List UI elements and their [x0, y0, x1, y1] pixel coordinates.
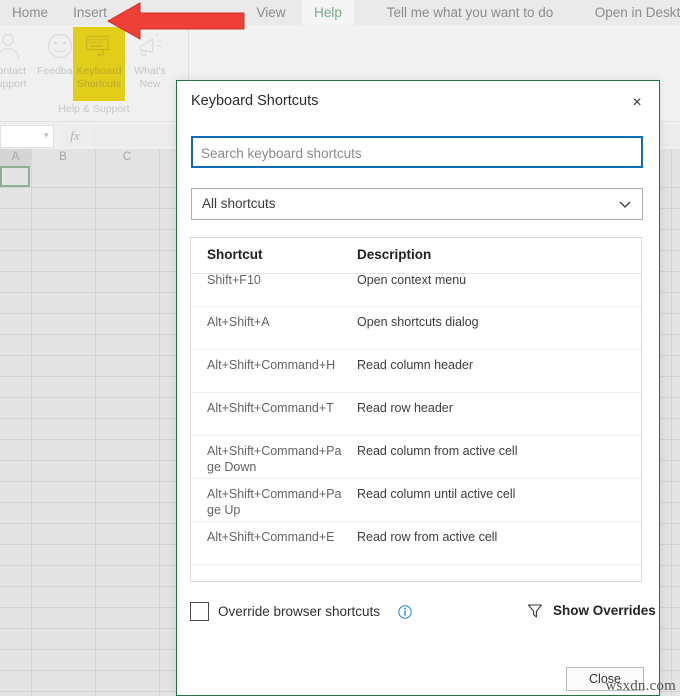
table-row[interactable]: Alt+Shift+Command+E Read row from active …	[191, 522, 641, 565]
column-header-description: Description	[357, 247, 432, 262]
table-row[interactable]: Alt+Shift+Command+Page Down Read column f…	[191, 436, 641, 479]
ribbon-tab-tell-me-what-you-want-to-do[interactable]: Tell me what you want to do	[360, 0, 580, 25]
grid-column-line	[31, 166, 32, 696]
shortcut-description: Read column from active cell	[357, 444, 518, 458]
show-overrides-label: Show Overrides	[553, 603, 656, 618]
person-icon	[0, 27, 34, 65]
column-header-a[interactable]: A	[0, 149, 32, 166]
override-browser-shortcuts-checkbox[interactable]	[190, 602, 209, 621]
table-row[interactable]: Shift+F10 Open context menu	[191, 273, 641, 307]
shortcut-description: Read row from active cell	[357, 530, 498, 544]
shortcut-description: Read row header	[357, 401, 453, 415]
shortcuts-table[interactable]: Shortcut Description Shift+F10 Open conte…	[190, 237, 642, 582]
grid-column-line	[159, 166, 160, 696]
keyboard-shortcuts-dialog: Keyboard Shortcuts × All shortcuts Short…	[176, 80, 660, 696]
shortcut-description: Open context menu	[357, 273, 467, 287]
ribbon-tab-help[interactable]: Help	[302, 0, 354, 25]
table-row[interactable]: Alt+Shift+A Open shortcuts dialog	[191, 307, 641, 350]
override-browser-shortcuts-label: Override browser shortcuts	[218, 604, 381, 619]
table-row[interactable]: Alt+Shift+Command+H Read column header	[191, 350, 641, 393]
shortcut-keys: Alt+Shift+Command+H	[207, 358, 336, 372]
ribbon-tab-home[interactable]: Home	[0, 0, 60, 25]
ribbon-tab-insert[interactable]: Insert	[60, 0, 120, 25]
search-field-wrapper[interactable]	[191, 136, 643, 168]
shortcut-keys: Shift+F10	[207, 273, 261, 287]
grid-column-line	[95, 166, 96, 696]
ribbon-button-label: Keyboard Shortcuts	[76, 65, 122, 90]
ribbon-button-keyboard-shortcuts[interactable]: Keyboard Shortcuts	[73, 27, 125, 101]
table-header-row: Shortcut Description	[191, 238, 641, 274]
ribbon-group-label: Help & Support	[58, 103, 130, 115]
dialog-title: Keyboard Shortcuts	[191, 93, 319, 109]
funnel-icon	[527, 604, 543, 618]
screenshot-root: Home Insert View Help Tell me what you want …	[0, 0, 680, 696]
watermark: wsxdn.com	[605, 678, 676, 694]
shortcut-filter-dropdown[interactable]: All shortcuts	[191, 188, 643, 220]
ribbon-tab-strip: Home Insert View Help Tell me what you want …	[0, 0, 680, 25]
shortcut-description: Read column header	[357, 358, 474, 372]
insert-function-icon[interactable]: fx	[62, 125, 88, 146]
table-body[interactable]: Shift+F10 Open context menu Alt+Shift+A Ope…	[191, 273, 641, 581]
chevron-down-icon	[619, 201, 631, 208]
ribbon-tab-view[interactable]: View	[240, 0, 302, 25]
close-icon[interactable]: ×	[625, 91, 649, 115]
shortcut-keys: Alt+Shift+Command+E	[207, 530, 335, 544]
search-input[interactable]	[199, 138, 641, 168]
dropdown-selected-value: All shortcuts	[202, 196, 276, 211]
ribbon-button-what-s-new[interactable]: What's New	[124, 27, 176, 101]
shortcut-keys: Alt+Shift+Command+Page Up	[207, 487, 342, 517]
keyboard-icon	[73, 27, 125, 65]
grid-column-line	[671, 166, 672, 696]
table-row[interactable]: Alt+Shift+Command+T Read row header	[191, 393, 641, 436]
ribbon-button-label: Contact Support	[0, 65, 27, 90]
chevron-down-icon[interactable]: ▾	[44, 131, 52, 140]
ribbon-button-label: What's New	[134, 65, 166, 90]
shortcut-description: Open shortcuts dialog	[357, 315, 479, 329]
table-row[interactable]: Alt+Shift+Command+Page Up Read column unt…	[191, 479, 641, 522]
ribbon-button-contact-support[interactable]: Contact Support	[0, 27, 34, 101]
shortcut-description: Read column until active cell	[357, 487, 516, 501]
megaphone-icon	[124, 27, 176, 65]
column-header-c[interactable]: C	[95, 149, 160, 166]
column-header-shortcut: Shortcut	[207, 247, 263, 262]
active-cell-a1[interactable]	[0, 166, 30, 187]
shortcut-keys: Alt+Shift+Command+T	[207, 401, 334, 415]
shortcut-keys: Alt+Shift+A	[207, 315, 270, 329]
shortcut-keys: Alt+Shift+Command+Page Down	[207, 444, 342, 474]
info-icon[interactable]	[398, 605, 412, 619]
column-header-b[interactable]: B	[31, 149, 96, 166]
ribbon-tab-open-in-desktop[interactable]: Open in Desktop	[590, 0, 680, 25]
